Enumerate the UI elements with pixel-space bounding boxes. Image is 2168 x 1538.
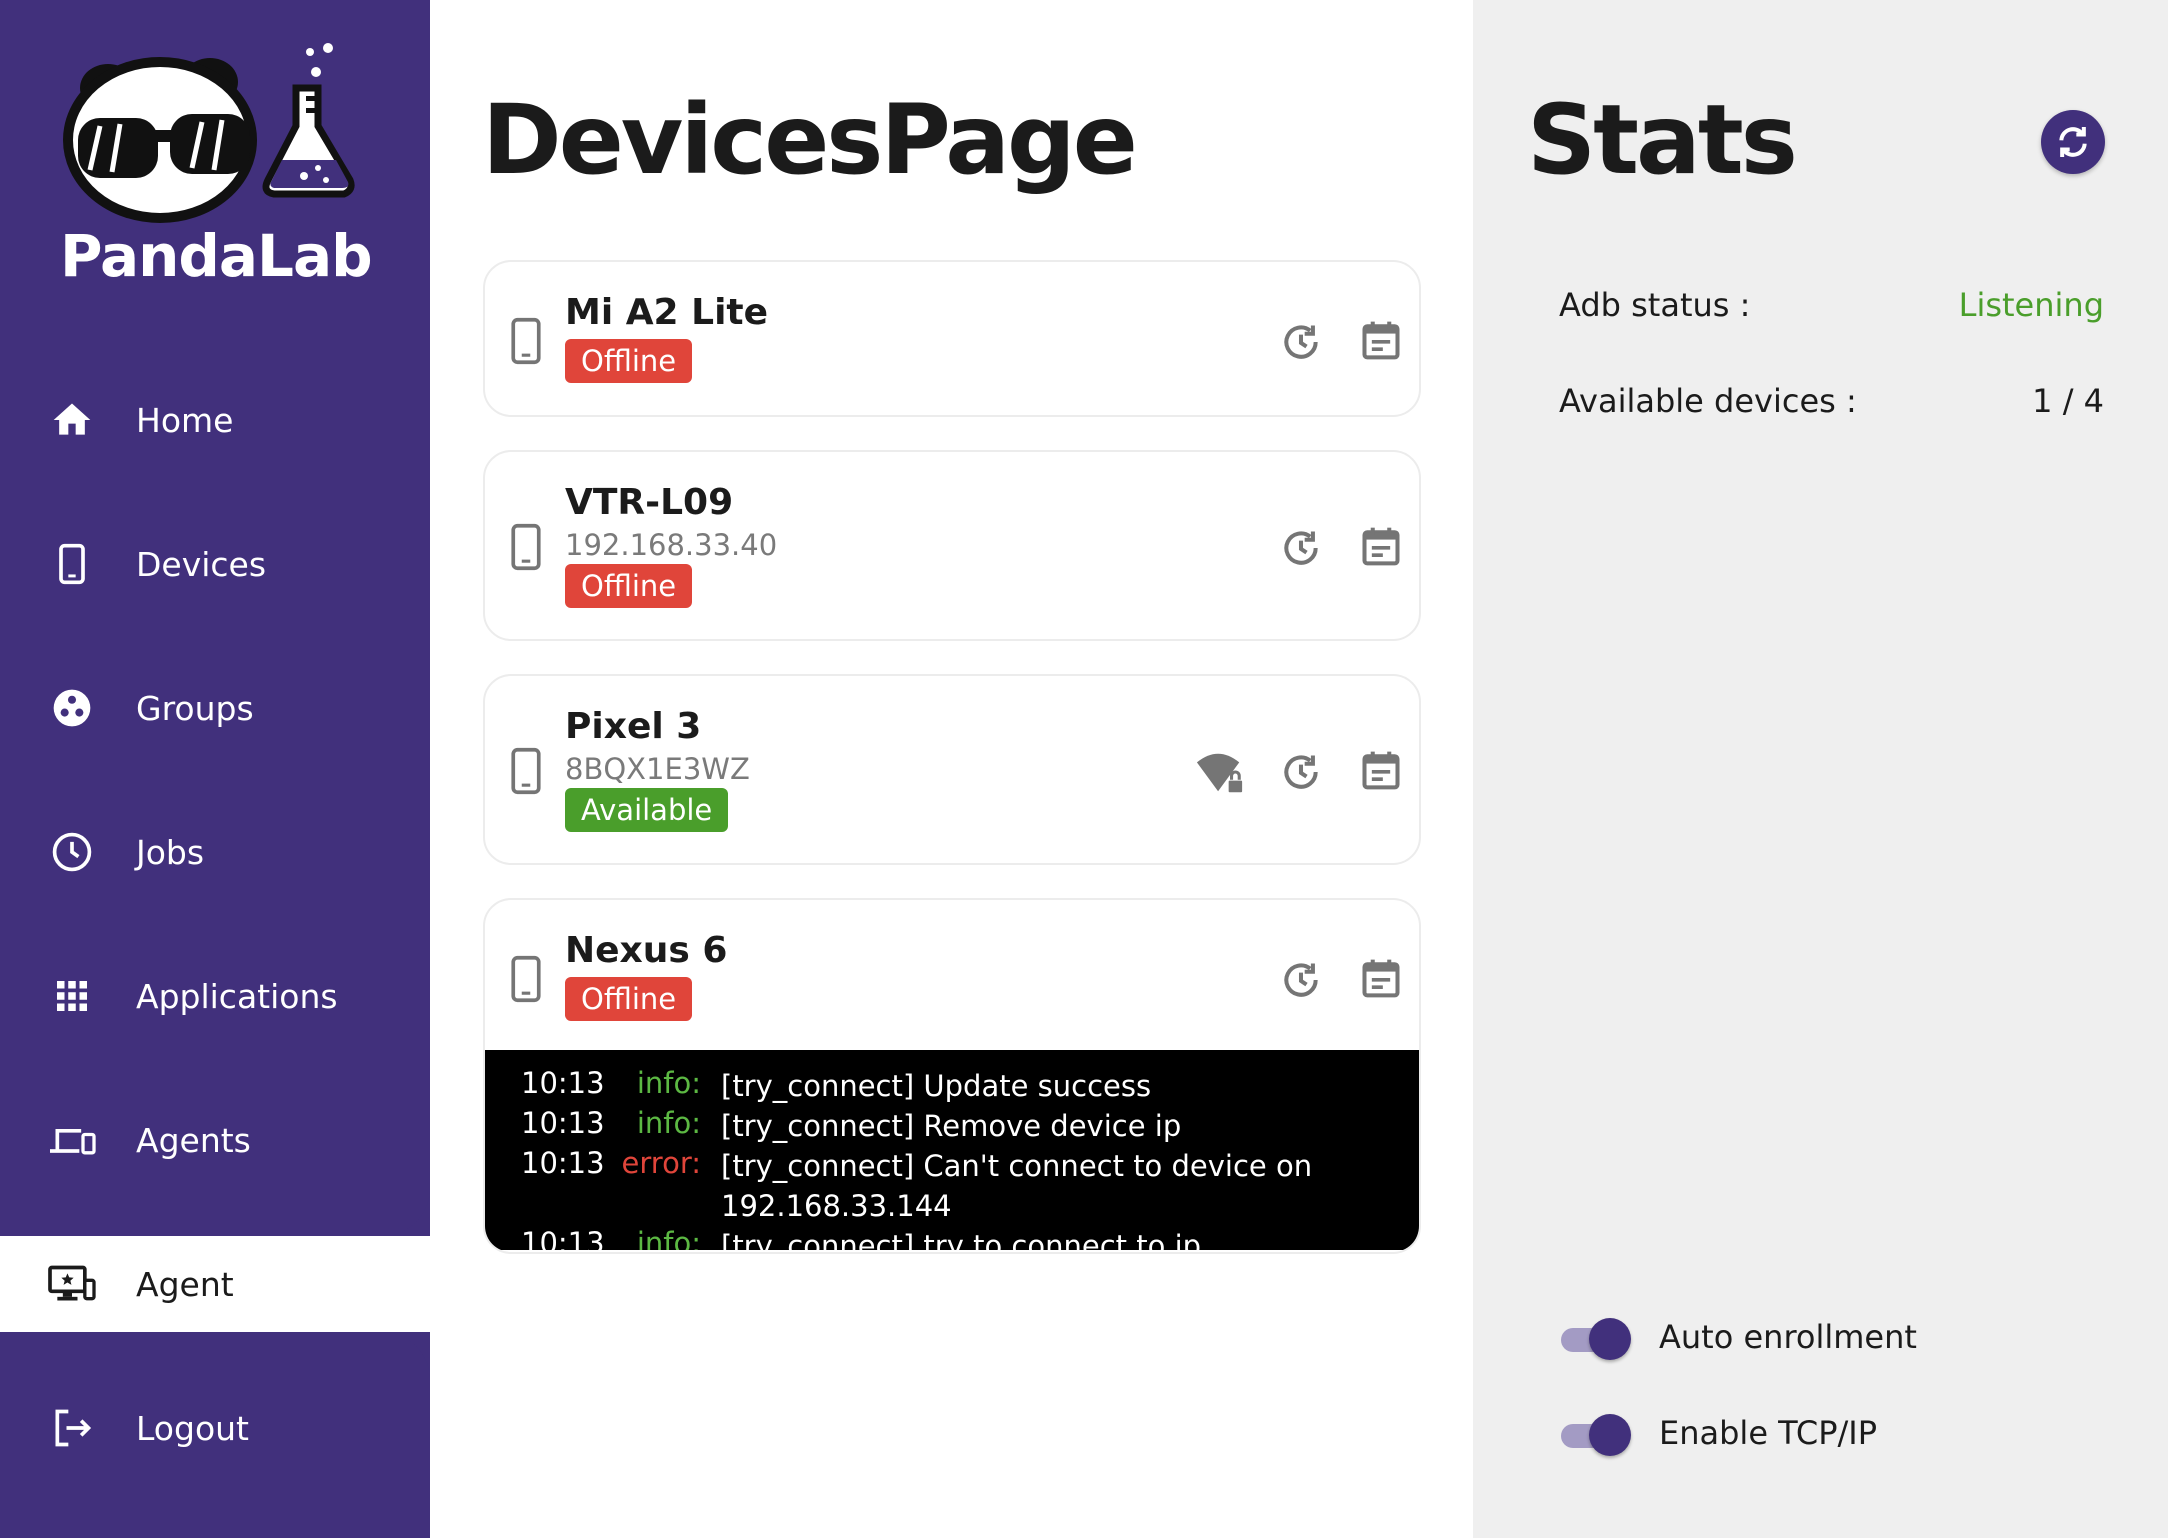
stats-title: Stats: [1527, 84, 1798, 196]
calendar-icon[interactable]: [1359, 748, 1403, 792]
device-ip: 192.168.33.40: [565, 528, 778, 562]
sidebar-item-devices[interactable]: Devices: [0, 516, 430, 612]
device-serial: 8BQX1E3WZ: [565, 752, 750, 786]
calendar-icon[interactable]: [1359, 956, 1403, 1000]
clock-icon: [48, 828, 96, 876]
sidebar-item-label: Groups: [136, 688, 254, 728]
wifi-lock-icon[interactable]: [1195, 748, 1245, 796]
log-line: 10:13 error: [try_connect] Can't connect…: [485, 1146, 1419, 1226]
device-name: Nexus 6: [565, 930, 728, 971]
status-badge: Offline: [565, 564, 693, 608]
history-icon[interactable]: [1279, 750, 1323, 794]
stats-panel: Stats Adb status : Listening Available d…: [1473, 0, 2168, 1538]
available-devices-label: Available devices :: [1559, 382, 1857, 420]
device-name: VTR-L09: [565, 482, 734, 523]
status-badge: Available: [565, 788, 729, 832]
adb-status-label: Adb status :: [1559, 286, 1751, 324]
agent-monitor-icon: [48, 1260, 96, 1308]
app-name: PandaLab: [60, 222, 373, 290]
device-card[interactable]: Nexus 6 Offline 10:13 info: [try_connect…: [483, 898, 1421, 1254]
log-level: info:: [636, 1106, 701, 1140]
toggle-knob: [1589, 1414, 1631, 1456]
phone-icon: [511, 955, 541, 1003]
devices-icon: [48, 1116, 96, 1164]
log-message: [try_connect] Can't connect to device on…: [721, 1149, 1313, 1223]
log-level: error:: [621, 1146, 701, 1180]
sidebar-item-label: Applications: [136, 976, 338, 1016]
device-name: Mi A2 Lite: [565, 292, 769, 333]
home-icon: [48, 396, 96, 444]
calendar-icon[interactable]: [1359, 524, 1403, 568]
device-card[interactable]: Mi A2 Lite Offline: [483, 260, 1421, 417]
sidebar-item-applications[interactable]: Applications: [0, 948, 430, 1044]
history-icon[interactable]: [1279, 958, 1323, 1002]
log-line: 10:13 info: [try_connect] try to connect…: [485, 1226, 1419, 1250]
groups-icon: [48, 684, 96, 732]
log-message: [try_connect] try to connect to ip: [721, 1229, 1202, 1250]
device-name: Pixel 3: [565, 706, 702, 747]
sidebar-item-label: Agents: [136, 1120, 251, 1160]
log-console[interactable]: 10:13 info: [try_connect] Update success…: [485, 1050, 1419, 1250]
sidebar-item-label: Devices: [136, 544, 267, 584]
sidebar-item-label: Agent: [136, 1264, 234, 1304]
sidebar: PandaLab Home Devices Groups Jobs Applic…: [0, 0, 430, 1538]
calendar-icon[interactable]: [1359, 318, 1403, 362]
phone-icon: [511, 523, 541, 571]
log-time: 10:13: [521, 1226, 605, 1250]
page-title: DevicesPage: [482, 84, 1138, 196]
tcpip-toggle[interactable]: [1559, 1412, 1631, 1456]
device-card[interactable]: VTR-L09 192.168.33.40 Offline: [483, 450, 1421, 641]
tcpip-label: Enable TCP/IP: [1659, 1414, 1877, 1452]
log-time: 10:13: [521, 1146, 605, 1180]
apps-grid-icon: [48, 972, 96, 1020]
toggle-knob: [1589, 1318, 1631, 1360]
phone-icon: [511, 317, 541, 365]
sidebar-item-home[interactable]: Home: [0, 372, 430, 468]
log-message: [try_connect] Update success: [721, 1069, 1152, 1103]
available-devices-value: 1 / 4: [2032, 382, 2104, 420]
log-line: 10:13 info: [try_connect] Update success: [485, 1066, 1419, 1106]
log-time: 10:13: [521, 1106, 605, 1140]
history-icon[interactable]: [1279, 320, 1323, 364]
history-icon[interactable]: [1279, 526, 1323, 570]
phone-icon: [511, 747, 541, 795]
status-badge: Offline: [565, 977, 693, 1021]
phone-icon: [48, 540, 96, 588]
log-level: info:: [636, 1066, 701, 1100]
log-level: info:: [636, 1226, 701, 1250]
sidebar-item-agent[interactable]: Agent: [0, 1236, 430, 1332]
adb-status-value: Listening: [1958, 286, 2104, 324]
log-line: 10:13 info: [try_connect] Remove device …: [485, 1106, 1419, 1146]
status-badge: Offline: [565, 339, 693, 383]
auto-enrollment-label: Auto enrollment: [1659, 1318, 1917, 1356]
device-card[interactable]: Pixel 3 8BQX1E3WZ Available: [483, 674, 1421, 865]
log-time: 10:13: [521, 1066, 605, 1100]
sidebar-item-label: Jobs: [136, 832, 205, 872]
sidebar-item-jobs[interactable]: Jobs: [0, 804, 430, 900]
refresh-icon: [2059, 127, 2087, 157]
sidebar-item-groups[interactable]: Groups: [0, 660, 430, 756]
refresh-button[interactable]: [2041, 110, 2105, 174]
sidebar-item-label: Logout: [136, 1408, 249, 1448]
sidebar-item-label: Home: [136, 400, 234, 440]
sidebar-item-agents[interactable]: Agents: [0, 1092, 430, 1188]
sidebar-item-logout[interactable]: Logout: [0, 1380, 430, 1476]
log-message: [try_connect] Remove device ip: [721, 1109, 1182, 1143]
auto-enrollment-toggle[interactable]: [1559, 1316, 1631, 1360]
logout-icon: [48, 1404, 96, 1452]
